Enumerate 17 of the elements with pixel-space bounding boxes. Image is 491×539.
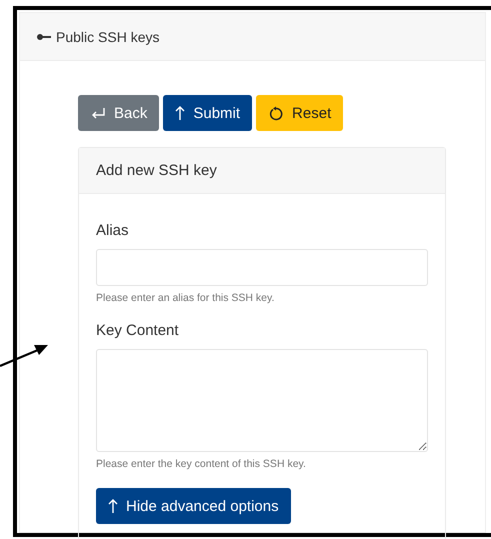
field-label: Alias: [96, 222, 130, 239]
up-arrow-icon: [175, 105, 186, 121]
up-arrow-icon: [108, 498, 118, 514]
submit-button[interactable]: Submit: [163, 95, 252, 131]
alias-field[interactable]: [96, 249, 428, 286]
key-content-field[interactable]: [96, 349, 428, 452]
help-text: Please enter an alias for this SSH key.: [96, 292, 276, 304]
field-label: Key Content: [96, 322, 180, 339]
card-title: Add new SSH key: [96, 162, 217, 179]
reset-button[interactable]: Reset: [256, 95, 344, 131]
back-button[interactable]: Back: [78, 95, 160, 131]
help-text: Please enter the key content of this SSH key.: [96, 458, 307, 470]
panel-title: Public SSH keys: [56, 28, 160, 44]
return-icon: [90, 106, 106, 120]
reset-icon: [268, 105, 284, 121]
hide-advanced-options-button[interactable]: Hide advanced options: [96, 488, 291, 524]
key-icon: [36, 32, 51, 40]
